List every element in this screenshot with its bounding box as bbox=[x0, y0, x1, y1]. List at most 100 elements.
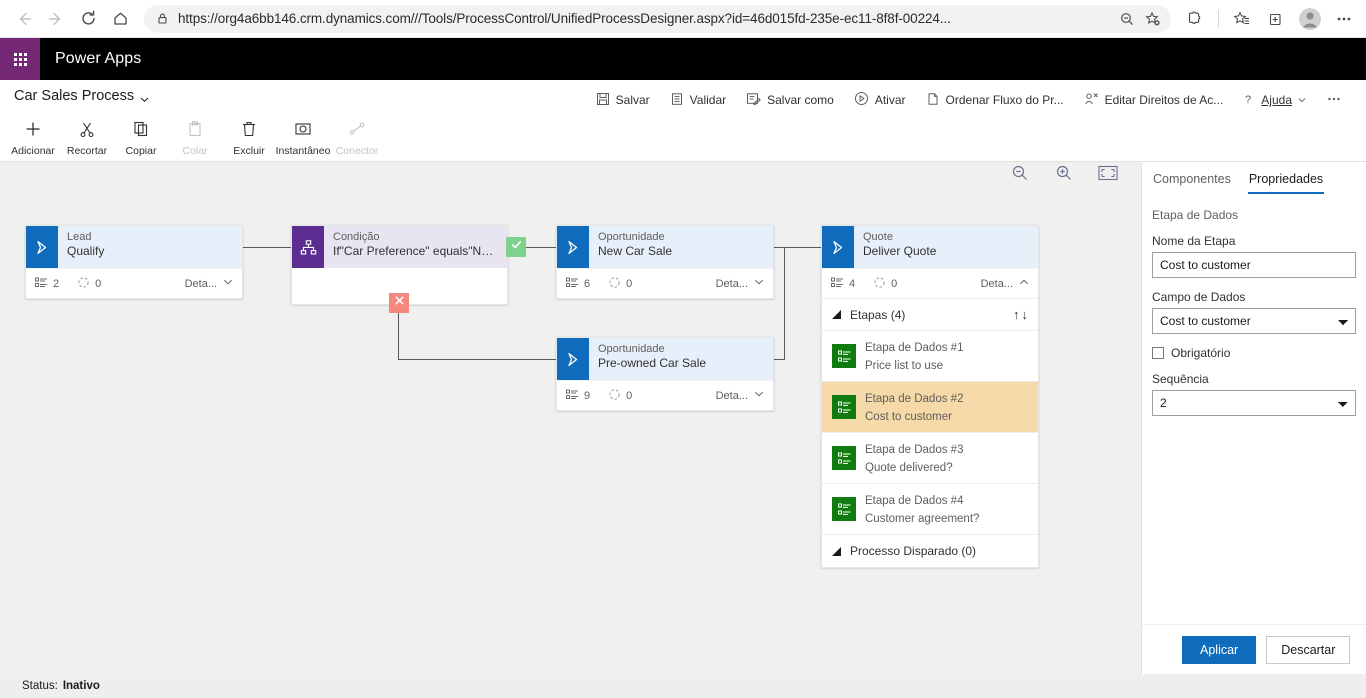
stage-card-new-car-sale[interactable]: Oportunidade New Car Sale 6 0 Deta... bbox=[556, 225, 774, 299]
steps-list-icon bbox=[831, 277, 844, 291]
tab-propriedades[interactable]: Propriedades bbox=[1247, 169, 1325, 194]
condition-no-badge[interactable] bbox=[389, 293, 409, 313]
tab-componentes[interactable]: Componentes bbox=[1152, 169, 1232, 194]
details-label: Deta... bbox=[715, 277, 748, 290]
apply-button[interactable]: Aplicar bbox=[1182, 635, 1257, 664]
command-area: Car Sales Process Salvar Validar Salvar … bbox=[0, 80, 1366, 162]
save-button[interactable]: Salvar bbox=[588, 87, 658, 114]
order-process-flow-label: Ordenar Fluxo do Pr... bbox=[945, 93, 1064, 107]
details-label: Deta... bbox=[980, 277, 1013, 290]
stage-details-toggle[interactable]: Deta... bbox=[981, 277, 1029, 290]
favorites-button[interactable] bbox=[1226, 3, 1258, 35]
paste-button[interactable]: Colar bbox=[168, 112, 222, 162]
home-button[interactable] bbox=[104, 3, 136, 35]
save-as-button[interactable]: Salvar como bbox=[738, 87, 842, 114]
cut-icon bbox=[77, 119, 97, 142]
step-subtitle: Customer agreement? bbox=[865, 513, 980, 525]
overflow-menu-button[interactable] bbox=[1318, 87, 1350, 114]
stage-chevron-icon bbox=[822, 226, 854, 268]
zoom-in-button[interactable] bbox=[1053, 164, 1075, 186]
snapshot-button[interactable]: Instantâneo bbox=[276, 112, 330, 162]
step-row-4[interactable]: Etapa de Dados #4 Customer agreement? bbox=[822, 484, 1038, 535]
steps-count-value: 4 bbox=[849, 277, 856, 290]
condition-entity-label: Condição bbox=[333, 231, 380, 243]
app-launcher-button[interactable] bbox=[0, 38, 40, 80]
step-name-input[interactable] bbox=[1152, 252, 1356, 278]
data-field-select[interactable]: Cost to customer bbox=[1152, 308, 1356, 334]
snapshot-icon bbox=[293, 119, 313, 142]
add-button[interactable]: Adicionar bbox=[6, 112, 60, 162]
status-bar: Status: Inativo bbox=[0, 674, 1366, 698]
order-process-flow-icon bbox=[926, 92, 940, 109]
connector-button[interactable]: Conector bbox=[330, 112, 384, 162]
step-subtitle: Cost to customer bbox=[865, 411, 952, 423]
process-name-dropdown[interactable]: Car Sales Process bbox=[14, 88, 149, 104]
browser-toolbar: https://org4a6bb146.crm.dynamics.com///T… bbox=[0, 0, 1366, 38]
triggered-process-section[interactable]: Processo Disparado (0) bbox=[822, 535, 1038, 567]
order-process-flow-button[interactable]: Ordenar Fluxo do Pr... bbox=[918, 87, 1072, 114]
power-apps-header: Power Apps bbox=[0, 38, 1366, 80]
validate-label: Validar bbox=[689, 93, 727, 107]
back-button[interactable] bbox=[8, 3, 40, 35]
delete-button[interactable]: Excluir bbox=[222, 112, 276, 162]
sequence-select[interactable]: 2 bbox=[1152, 390, 1356, 416]
activate-button[interactable]: Ativar bbox=[846, 86, 914, 114]
help-button[interactable]: ? Ajuda bbox=[1235, 87, 1314, 114]
reload-button[interactable] bbox=[72, 3, 104, 35]
stage-details-toggle[interactable]: Deta... bbox=[185, 277, 233, 290]
zoom-out-button[interactable] bbox=[1009, 164, 1031, 186]
fit-to-screen-button[interactable] bbox=[1097, 164, 1119, 186]
paste-icon bbox=[185, 119, 205, 142]
step-row-2[interactable]: Etapa de Dados #2 Cost to customer bbox=[822, 382, 1038, 433]
collections-button[interactable] bbox=[1260, 3, 1292, 35]
condition-yes-badge[interactable] bbox=[506, 237, 526, 257]
app-title: Power Apps bbox=[55, 50, 142, 67]
connector-condition-yes-horizontal bbox=[526, 247, 556, 248]
stage-card-lead[interactable]: Lead Qualify 2 0 Deta... bbox=[25, 225, 243, 299]
discard-button[interactable]: Descartar bbox=[1266, 635, 1351, 664]
overflow-menu-icon bbox=[1326, 92, 1342, 109]
step-row-1[interactable]: Etapa de Dados #1 Price list to use bbox=[822, 331, 1038, 382]
stage-card-quote[interactable]: Quote Deliver Quote 4 0 Deta... Etapas (… bbox=[821, 225, 1039, 568]
save-label: Salvar bbox=[615, 93, 650, 107]
data-step-icon bbox=[832, 446, 856, 470]
activate-icon bbox=[854, 91, 869, 109]
copy-label: Copiar bbox=[125, 145, 157, 157]
copy-button[interactable]: Copiar bbox=[114, 112, 168, 162]
chevron-down-icon bbox=[754, 277, 764, 290]
collections-icon bbox=[1267, 10, 1285, 28]
steps-reorder-controls[interactable]: ↑ ↓ bbox=[1013, 307, 1028, 322]
address-bar[interactable]: https://org4a6bb146.crm.dynamics.com///T… bbox=[144, 4, 1171, 33]
chevron-down-icon bbox=[754, 389, 764, 402]
connector-no-horizontal bbox=[398, 359, 556, 360]
copy-icon bbox=[131, 119, 151, 142]
stage-steps-count: 9 bbox=[566, 389, 590, 403]
reload-icon bbox=[79, 9, 98, 28]
zoom-in-icon bbox=[1055, 164, 1073, 187]
browser-settings-button[interactable] bbox=[1328, 3, 1360, 35]
cut-button[interactable]: Recortar bbox=[60, 112, 114, 162]
checkmark-badge-icon bbox=[510, 238, 523, 256]
move-down-icon[interactable]: ↓ bbox=[1022, 307, 1029, 322]
step-row-3[interactable]: Etapa de Dados #3 Quote delivered? bbox=[822, 433, 1038, 484]
profile-button[interactable] bbox=[1294, 3, 1326, 35]
extensions-button[interactable] bbox=[1179, 3, 1211, 35]
required-checkbox[interactable] bbox=[1152, 347, 1164, 359]
validate-button[interactable]: Validar bbox=[662, 87, 734, 114]
steps-section-header[interactable]: Etapas (4) ↑ ↓ bbox=[822, 299, 1038, 331]
save-as-icon bbox=[746, 92, 761, 109]
required-checkbox-row[interactable]: Obrigatório bbox=[1142, 334, 1366, 360]
stage-card-preowned-car-sale[interactable]: Oportunidade Pre-owned Car Sale 9 0 Deta… bbox=[556, 337, 774, 411]
triggered-process-label: Processo Disparado (0) bbox=[850, 544, 977, 558]
stage-details-toggle[interactable]: Deta... bbox=[716, 277, 764, 290]
svg-text:?: ? bbox=[1245, 94, 1251, 106]
zoom-out-icon[interactable] bbox=[1117, 9, 1137, 29]
edit-access-rights-button[interactable]: Editar Direitos de Ac... bbox=[1076, 87, 1232, 114]
forward-button[interactable] bbox=[40, 3, 72, 35]
add-favorite-icon[interactable] bbox=[1143, 9, 1163, 29]
stage-details-toggle[interactable]: Deta... bbox=[716, 389, 764, 402]
browser-action-icons bbox=[1179, 3, 1366, 35]
move-up-icon[interactable]: ↑ bbox=[1013, 307, 1020, 322]
delete-icon bbox=[239, 119, 259, 142]
process-canvas[interactable]: Lead Qualify 2 0 Deta... Condição If"Car… bbox=[0, 162, 1141, 674]
